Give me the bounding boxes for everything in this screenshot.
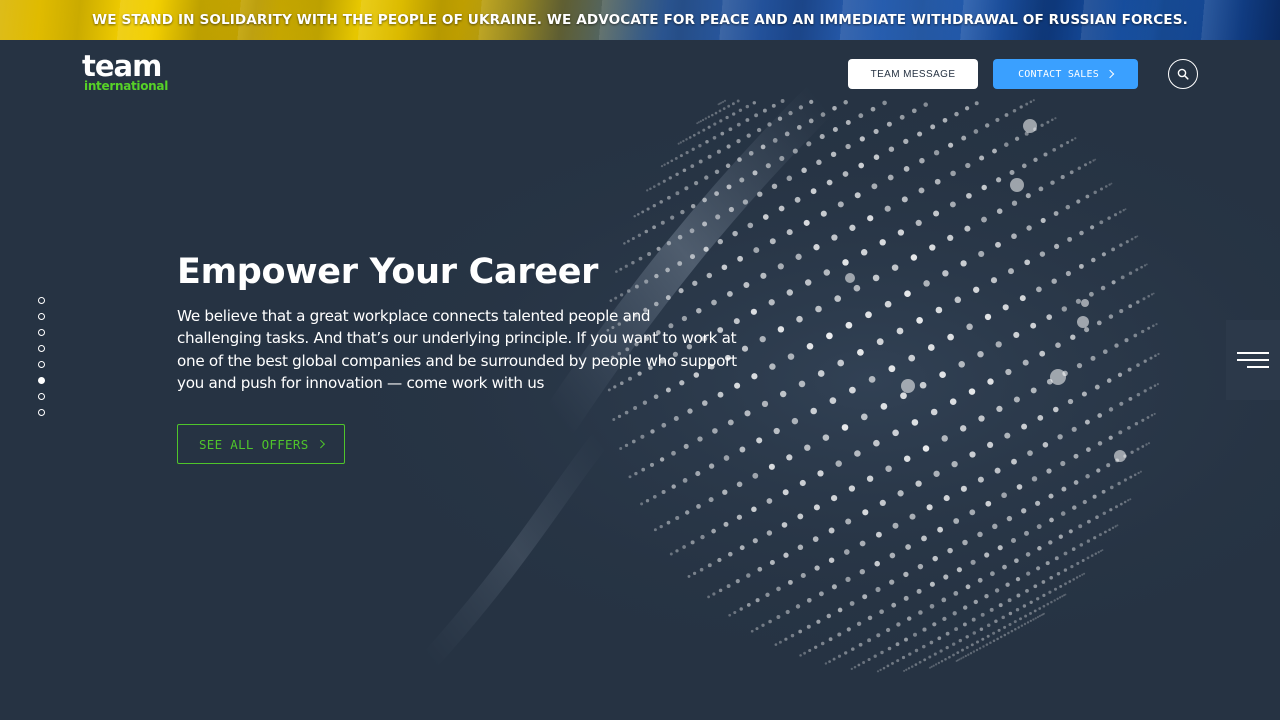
- hamburger-line: [1237, 359, 1269, 361]
- slide-dot[interactable]: [38, 313, 45, 320]
- slide-dot[interactable]: [38, 409, 45, 416]
- hamburger-line: [1247, 366, 1269, 368]
- slide-dot[interactable]: [38, 329, 45, 336]
- hamburger-menu-icon: [1237, 352, 1269, 354]
- see-all-offers-button[interactable]: SEE ALL OFFERS: [177, 424, 345, 464]
- chevron-right-icon: [316, 440, 325, 448]
- contact-sales-label: CONTACT SALES: [1018, 68, 1099, 80]
- see-all-offers-label: SEE ALL OFFERS: [198, 436, 309, 452]
- team-international-logo[interactable]: team international: [82, 49, 169, 93]
- menu-toggle-button[interactable]: [1226, 320, 1280, 400]
- slide-dot[interactable]: [38, 393, 45, 400]
- search-icon: [1177, 68, 1189, 80]
- chevron-right-icon: [1105, 69, 1115, 79]
- slide-dot[interactable]: [38, 297, 45, 304]
- slider-pagination: [38, 297, 45, 416]
- banner-text: WE STAND IN SOLIDARITY WITH THE PEOPLE O…: [92, 12, 1188, 28]
- hero-title: Empower Your Career: [177, 252, 599, 292]
- search-button[interactable]: [1168, 59, 1198, 89]
- slide-dot[interactable]: [38, 377, 45, 384]
- team-message-button[interactable]: TEAM MESSAGE: [848, 59, 978, 89]
- slide-dot[interactable]: [38, 345, 45, 352]
- slide-dot[interactable]: [38, 361, 45, 368]
- logo-subtitle: international: [84, 79, 169, 93]
- hero-description: We believe that a great workplace connec…: [177, 307, 737, 392]
- solidarity-banner: WE STAND IN SOLIDARITY WITH THE PEOPLE O…: [0, 0, 1280, 40]
- logo-word: team: [82, 49, 162, 83]
- contact-sales-button[interactable]: CONTACT SALES: [993, 59, 1138, 89]
